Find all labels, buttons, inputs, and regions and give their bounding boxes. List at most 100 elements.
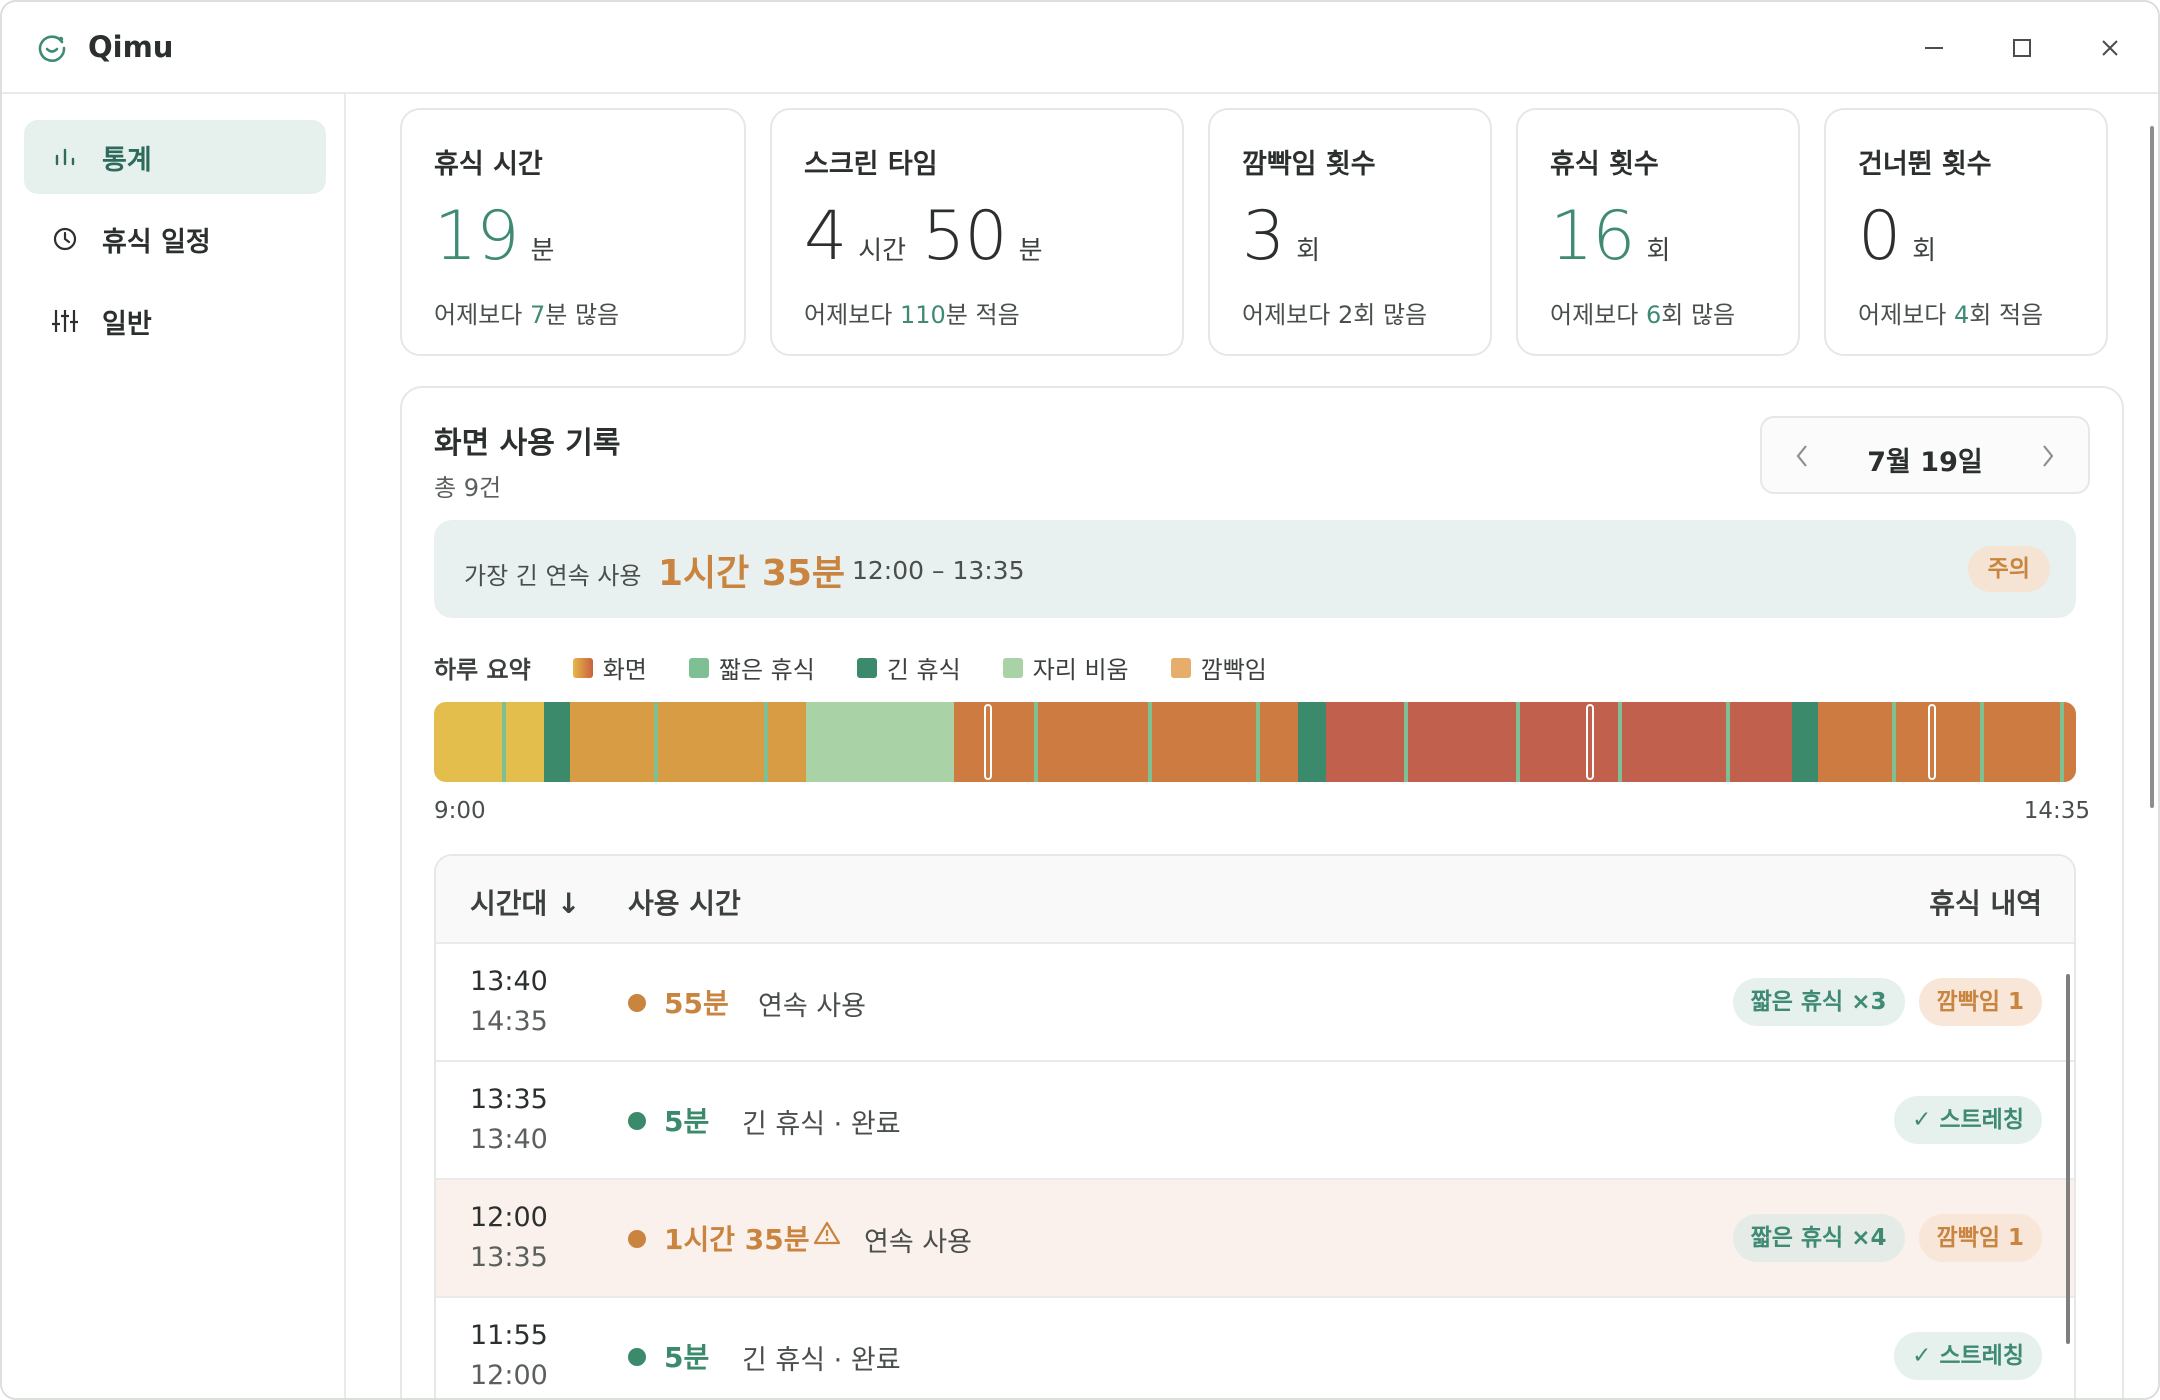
row-end-time: 12:00	[470, 1360, 548, 1391]
bar-chart-icon	[55, 148, 75, 166]
date-navigator: 7월 19일	[1760, 416, 2090, 494]
stat-compare: 어제보다 6회 많음	[1550, 295, 1766, 330]
table-row[interactable]: 11:55 12:00 5분 긴 휴식 · 완료 ✓ 스트레칭	[436, 1298, 2074, 1398]
stat-number-2: 50	[922, 197, 1008, 276]
table-scrollbar[interactable]	[2066, 974, 2070, 1344]
timeline-segment-screen	[1326, 702, 1792, 782]
minimize-button[interactable]	[1914, 28, 1954, 68]
compare-suffix: 회 많음	[1353, 301, 1428, 329]
stat-compare: 어제보다 110분 적음	[804, 295, 1150, 330]
compare-number: 7	[529, 301, 546, 329]
row-status-dot	[628, 1348, 646, 1366]
stat-number: 4	[804, 197, 847, 276]
timeline-segment-long-break	[544, 702, 570, 782]
minimize-icon	[1925, 47, 1943, 49]
timeline-start-label: 9:00	[434, 798, 486, 824]
timeline-short-break	[1892, 702, 1896, 782]
row-badges: 짧은 휴식 ×4 깜빡임 1	[1719, 1214, 2042, 1262]
compare-number: 6	[1645, 301, 1662, 329]
timeline-short-break	[2060, 702, 2064, 782]
blink-badge: 깜빡임 1	[1918, 1214, 2042, 1262]
timeline-blink	[984, 704, 992, 780]
sidebar-item-label: 일반	[102, 308, 152, 340]
row-duration: 55분	[664, 987, 729, 1020]
stat-value: 19 분	[434, 197, 712, 281]
warning-icon	[813, 1221, 841, 1245]
app-title: Qimu	[88, 30, 174, 64]
stat-card-break-time: 휴식 시간 19 분 어제보다 7분 많음	[400, 108, 746, 356]
legend-item-long-break: 긴 휴식	[856, 650, 961, 685]
sidebar-item-general[interactable]: 일반	[24, 284, 326, 358]
stat-card-break-count: 휴식 횟수 16 회 어제보다 6회 많음	[1516, 108, 1800, 356]
screen-usage-panel: 화면 사용 기록 총 9건 7월 19일 가장 긴 연속 사용 1시간 35분 …	[400, 386, 2124, 1398]
short-break-badge: 짧은 휴식 ×4	[1732, 1214, 1905, 1262]
sidebar-item-schedule[interactable]: 휴식 일정	[24, 202, 326, 276]
timeline-short-break	[1256, 702, 1260, 782]
compare-suffix: 분 많음	[545, 301, 620, 329]
warning-badge: 주의	[1967, 546, 2050, 592]
stat-number: 16	[1550, 197, 1636, 276]
blink-badge: 깜빡임 1	[1918, 978, 2042, 1026]
main-content: 휴식 시간 19 분 어제보다 7분 많음 스크린 타임 4 시간 50 분 어…	[348, 94, 2158, 1398]
legend-item-away: 자리 비움	[1002, 650, 1129, 685]
row-start-time: 13:40	[470, 966, 548, 997]
stat-title: 휴식 시간	[434, 149, 543, 180]
maximize-icon	[2013, 39, 2031, 57]
row-description: 긴 휴식 · 완료	[742, 1109, 901, 1140]
compare-number: 110	[899, 301, 946, 329]
table-row[interactable]: 12:00 13:35 1시간 35분 연속 사용 짧은 휴식 ×4 깜빡임 1	[436, 1180, 2074, 1298]
stat-unit: 시간	[858, 236, 907, 266]
stat-compare: 어제보다 4회 적음	[1858, 295, 2074, 330]
day-timeline	[434, 702, 2076, 782]
next-day-button[interactable]	[2038, 436, 2058, 484]
stat-card-skipped-count: 건너뛴 횟수 0 회 어제보다 4회 적음	[1824, 108, 2108, 356]
sidebar-item-stats[interactable]: 통계	[24, 120, 326, 194]
sort-by-time-header[interactable]: 시간대 ↓	[470, 882, 581, 922]
row-status-dot	[628, 994, 646, 1012]
row-status-dot	[628, 1230, 646, 1248]
usage-header: 사용 시간	[628, 887, 741, 920]
stat-value: 4 시간 50 분	[804, 197, 1150, 281]
row-duration: 5분	[664, 1341, 710, 1374]
timeline-short-break	[1034, 702, 1038, 782]
row-end-time: 13:35	[470, 1242, 548, 1273]
longest-label: 가장 긴 연속 사용	[464, 562, 642, 590]
stat-number: 3	[1242, 197, 1285, 276]
timeline-legend: 하루 요약 화면 짧은 휴식 긴 휴식 자리 비움 깜빡임	[434, 650, 1309, 685]
compare-prefix: 어제보다	[1550, 301, 1639, 329]
stretching-badge: ✓ 스트레칭	[1894, 1332, 2042, 1380]
timeline-segment-screen	[570, 702, 806, 782]
main-scrollbar[interactable]	[2150, 126, 2154, 808]
legend-label: 화면	[602, 656, 647, 684]
stat-value: 3 회	[1242, 197, 1458, 281]
row-end-time: 13:40	[470, 1124, 548, 1155]
compare-prefix: 어제보다	[1858, 301, 1947, 329]
compare-suffix: 회 적음	[1969, 301, 2044, 329]
row-description: 연속 사용	[864, 1227, 972, 1258]
legend-item-short-break: 짧은 휴식	[688, 650, 815, 685]
stat-number: 19	[434, 197, 520, 276]
legend-label: 짧은 휴식	[718, 656, 815, 684]
stat-title: 건너뛴 횟수	[1858, 149, 1992, 180]
stat-title: 스크린 타임	[804, 149, 938, 180]
stat-card-screen-time: 스크린 타임 4 시간 50 분 어제보다 110분 적음	[770, 108, 1184, 356]
stat-card-blink-count: 깜빡임 횟수 3 회 어제보다 2회 많음	[1208, 108, 1492, 356]
stat-unit: 회	[1296, 236, 1321, 266]
sidebar: 통계 휴식 일정 일반	[2, 94, 346, 1398]
longest-value: 1시간 35분	[658, 553, 846, 594]
table-row[interactable]: 13:40 14:35 55분 연속 사용 짧은 휴식 ×3 깜빡임 1	[436, 944, 2074, 1062]
maximize-button[interactable]	[2002, 28, 2042, 68]
compare-number: 2	[1337, 301, 1354, 329]
timeline-short-break	[502, 702, 506, 782]
compare-suffix: 분 적음	[945, 301, 1020, 329]
timeline-short-break	[764, 702, 768, 782]
sidebar-item-label: 통계	[102, 144, 152, 176]
compare-suffix: 회 많음	[1661, 301, 1736, 329]
row-start-time: 11:55	[470, 1320, 548, 1351]
timeline-short-break	[1980, 702, 1984, 782]
table-row[interactable]: 13:35 13:40 5분 긴 휴식 · 완료 ✓ 스트레칭	[436, 1062, 2074, 1180]
close-button[interactable]	[2090, 28, 2130, 68]
stat-unit: 분	[530, 236, 555, 266]
timeline-end-label: 14:35	[2023, 798, 2090, 824]
row-description: 연속 사용	[758, 991, 866, 1022]
